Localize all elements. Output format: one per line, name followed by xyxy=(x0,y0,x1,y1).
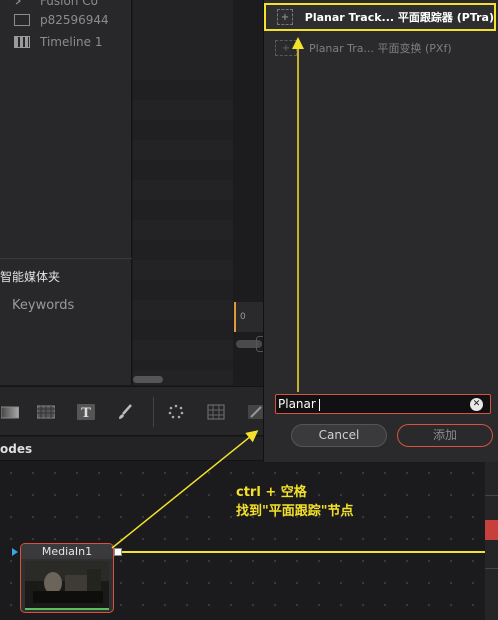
toolbar-separator xyxy=(153,397,154,427)
horizontal-scrollbar[interactable] xyxy=(133,376,163,383)
node-title: MediaIn1 xyxy=(21,544,113,559)
timeline-icon xyxy=(14,36,30,48)
text-icon[interactable]: T xyxy=(76,403,96,421)
clip-label: p82596944 xyxy=(40,13,109,27)
media-in-node[interactable]: MediaIn1 xyxy=(20,543,114,613)
clip-item-video[interactable]: p82596944 xyxy=(14,12,109,28)
annotation-shortcut: ctrl + 空格 xyxy=(236,485,307,500)
output-port[interactable] xyxy=(114,548,122,556)
fusion-comp-icon xyxy=(14,0,30,7)
node-status-bar xyxy=(25,608,109,610)
add-button[interactable]: 添加 xyxy=(397,424,493,447)
planar-transform-node-icon: + xyxy=(275,40,297,56)
clear-icon[interactable]: ✕ xyxy=(470,398,483,411)
cancel-button[interactable]: Cancel xyxy=(291,424,387,447)
input-port-arrow[interactable] xyxy=(12,548,18,556)
text-cursor xyxy=(318,398,320,411)
grid-warp-icon[interactable] xyxy=(206,403,226,421)
keywords-bin[interactable]: Keywords xyxy=(12,298,74,313)
fusion-toolbar: T xyxy=(0,386,264,436)
clip-list xyxy=(133,0,233,385)
planar-tracker-node-icon: + xyxy=(277,9,293,25)
clip-item-timeline[interactable]: Timeline 1 xyxy=(14,34,102,50)
ruler-tick xyxy=(485,568,498,569)
media-pool-bin-panel: 智能媒体夹 Keywords xyxy=(0,0,132,385)
checker-icon[interactable] xyxy=(36,403,56,421)
result-label: Planar Tra... 平面变换 (PXf) xyxy=(309,42,452,55)
clip-label: Timeline 1 xyxy=(40,35,103,49)
tool-search-input[interactable]: Planar xyxy=(275,394,491,414)
ruler-tick xyxy=(485,495,498,496)
clip-label: Fusion Co xyxy=(40,0,98,8)
gradient-icon[interactable] xyxy=(0,403,20,421)
ruler-playhead-marker xyxy=(485,520,498,540)
nodes-panel-header: odes xyxy=(0,437,264,461)
viewer-timeline-strip[interactable] xyxy=(234,302,264,332)
result-planar-tracker[interactable]: + Planar Track... 平面跟踪器 (PTra) xyxy=(264,3,496,31)
particles-icon[interactable] xyxy=(166,403,186,421)
node-thumbnail xyxy=(25,561,109,608)
nodes-title: odes xyxy=(0,442,33,456)
panel-divider xyxy=(0,258,132,259)
clip-icon xyxy=(14,14,30,26)
annotation-instruction: 找到"平面跟踪"节点 xyxy=(236,504,354,519)
clip-list-rows xyxy=(133,60,233,370)
smart-bin-header[interactable]: 智能媒体夹 xyxy=(0,268,60,285)
clip-item-fusion-comp[interactable]: Fusion Co xyxy=(14,0,98,9)
search-value: Planar xyxy=(278,397,316,411)
svg-text:T: T xyxy=(81,406,91,420)
paint-brush-icon[interactable] xyxy=(115,403,135,421)
result-label: Planar Track... 平面跟踪器 (PTra) xyxy=(304,11,494,24)
result-planar-transform[interactable]: + Planar Tra... 平面变换 (PXf) xyxy=(264,34,496,62)
right-ruler xyxy=(485,462,498,620)
timecode-zero: 0 xyxy=(240,312,246,322)
select-tool-popup xyxy=(263,0,498,462)
